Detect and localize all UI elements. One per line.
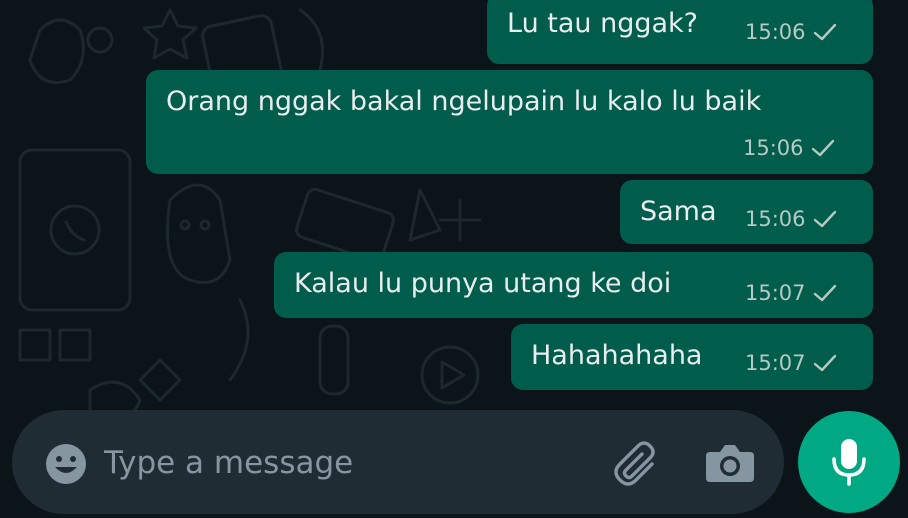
emoji-icon bbox=[42, 440, 90, 488]
message-bubble[interactable]: Sama 15:06 bbox=[620, 180, 873, 244]
single-check-icon bbox=[810, 138, 836, 158]
message-meta: 15:06 bbox=[745, 207, 838, 231]
message-time: 15:07 bbox=[745, 281, 806, 305]
message-time: 15:06 bbox=[743, 136, 804, 160]
message-bubble[interactable]: Orang nggak bakal ngelupain lu kalo lu b… bbox=[146, 70, 873, 174]
message-time: 15:06 bbox=[745, 20, 806, 44]
message-bubble[interactable]: Lu tau nggak? 15:06 bbox=[487, 0, 873, 64]
message-bubble[interactable]: Kalau lu punya utang ke doi 15:07 bbox=[274, 252, 873, 318]
message-input[interactable] bbox=[104, 438, 584, 488]
message-text: Hahahahaha bbox=[531, 340, 703, 371]
message-text: Sama bbox=[640, 196, 717, 227]
camera-icon bbox=[704, 440, 756, 486]
voice-message-button[interactable] bbox=[798, 411, 900, 513]
message-meta: 15:07 bbox=[745, 351, 838, 375]
message-text: Kalau lu punya utang ke doi bbox=[294, 268, 672, 299]
paperclip-icon bbox=[608, 438, 664, 490]
single-check-icon bbox=[812, 209, 838, 229]
single-check-icon bbox=[812, 283, 838, 303]
message-text: Lu tau nggak? bbox=[507, 8, 698, 39]
message-bubble[interactable]: Hahahahaha 15:07 bbox=[511, 324, 873, 390]
attach-button[interactable] bbox=[608, 438, 664, 490]
camera-button[interactable] bbox=[704, 440, 756, 486]
message-time: 15:07 bbox=[745, 351, 806, 375]
message-composer bbox=[12, 410, 784, 514]
message-time: 15:06 bbox=[745, 207, 806, 231]
single-check-icon bbox=[812, 353, 838, 373]
emoji-button[interactable] bbox=[42, 440, 90, 488]
single-check-icon bbox=[812, 22, 838, 42]
message-text: Orang nggak bakal ngelupain lu kalo lu b… bbox=[166, 86, 762, 117]
message-meta: 15:06 bbox=[743, 136, 836, 160]
message-meta: 15:06 bbox=[745, 20, 838, 44]
message-meta: 15:07 bbox=[745, 281, 838, 305]
